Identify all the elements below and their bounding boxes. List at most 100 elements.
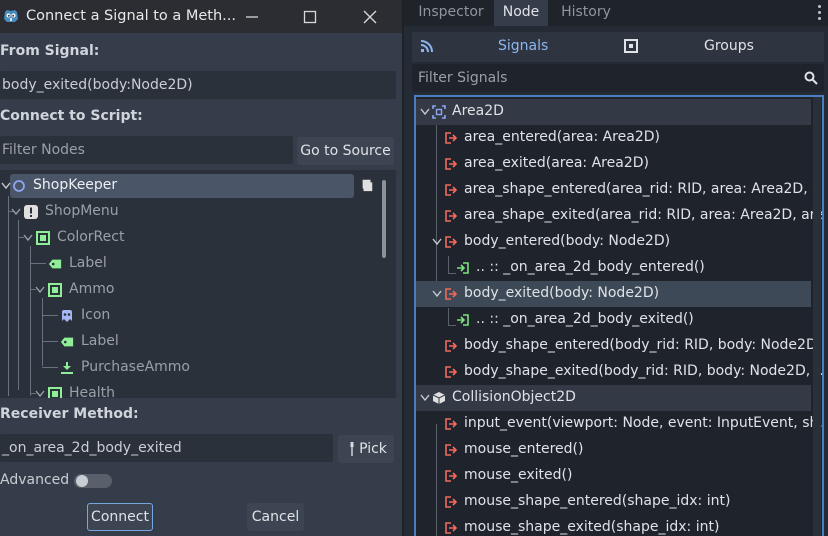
signal-item[interactable]: area_exited(area: Area2D)	[416, 151, 811, 177]
signal-item[interactable]: mouse_entered()	[416, 437, 811, 463]
connection-icon	[457, 262, 469, 274]
tree-item-icon[interactable]: Icon	[0, 303, 380, 329]
texture-button-icon	[61, 362, 73, 374]
tree-item-shopmenu[interactable]: ShopMenu	[0, 199, 380, 225]
signal-icon	[445, 210, 458, 222]
connection-item[interactable]: .. :: _on_area_2d_body_entered()	[416, 255, 811, 281]
tree-item-label: ColorRect	[57, 229, 125, 245]
signal-label: body_shape_exited(body_rid: RID, body: N…	[464, 363, 824, 379]
signal-label: mouse_entered()	[464, 441, 584, 457]
filter-signals-input[interactable]: Filter Signals	[412, 64, 824, 92]
signal-item[interactable]: mouse_shape_exited(shape_idx: int)	[416, 515, 811, 536]
tree-item-purchaseammo[interactable]: PurchaseAmmo	[0, 355, 380, 381]
more-options-icon[interactable]	[818, 5, 822, 21]
signal-item[interactable]: body_shape_entered(body_rid: RID, body: …	[416, 333, 822, 359]
connection-icon	[457, 314, 469, 326]
from-signal-label: From Signal:	[0, 43, 100, 59]
signal-item[interactable]: input_event(viewport: Node, event: Input…	[416, 411, 822, 437]
maximize-icon	[303, 10, 317, 24]
signal-label: input_event(viewport: Node, event: Input…	[464, 415, 824, 431]
maximize-button[interactable]	[290, 4, 330, 29]
groups-mode-button[interactable]: Groups	[704, 38, 754, 54]
category-collisionobject2d[interactable]: CollisionObject2D	[416, 385, 811, 411]
tree-item-label: PurchaseAmmo	[81, 359, 190, 375]
chevron-down-icon	[420, 394, 430, 402]
signal-item-body-entered[interactable]: body_entered(body: Node2D)	[416, 229, 811, 255]
node-circle-icon	[13, 180, 25, 192]
signal-icon	[445, 522, 458, 534]
signal-label: area_shape_entered(area_rid: RID, area: …	[464, 181, 824, 197]
signals-scrollbar[interactable]	[813, 97, 821, 536]
tab-inspector[interactable]: Inspector	[408, 0, 494, 26]
category-area2d[interactable]: Area2D	[416, 99, 811, 125]
signals-groups-bar: Signals Groups	[412, 32, 824, 62]
godot-logo-icon	[4, 10, 18, 22]
signal-item[interactable]: mouse_exited()	[416, 463, 811, 489]
signal-icon	[445, 132, 458, 144]
signal-item[interactable]: area_shape_entered(area_rid: RID, area: …	[416, 177, 822, 203]
tree-item-shopkeeper[interactable]: ShopKeeper	[0, 173, 380, 199]
tree-item-ammo[interactable]: Ammo	[0, 277, 380, 303]
signal-item-body-exited[interactable]: body_exited(body: Node2D)	[416, 281, 811, 307]
node-dock: Inspector Node History Signals Groups Fi…	[404, 0, 828, 536]
connect-signal-dialog: Connect a Signal to a Meth... From Signa…	[0, 0, 402, 536]
minimize-icon	[246, 16, 258, 18]
tree-item-label: Health	[69, 385, 115, 398]
signal-label: area_exited(area: Area2D)	[464, 155, 649, 171]
color-rect-icon	[48, 387, 62, 398]
connect-button[interactable]: Connect	[87, 503, 153, 531]
signal-item[interactable]: area_entered(area: Area2D)	[416, 125, 811, 151]
chevron-down-icon	[432, 238, 442, 246]
receiver-method-input[interactable]: _on_area_2d_body_exited	[0, 434, 333, 462]
signals-tree[interactable]: Area2D area_entered(area: Area2D) area_e…	[414, 95, 824, 536]
tab-history[interactable]: History	[548, 0, 624, 26]
filter-nodes-input[interactable]: Filter Nodes	[0, 136, 293, 164]
minimize-button[interactable]	[232, 4, 272, 29]
signal-icon	[445, 470, 458, 482]
signal-label: body_entered(body: Node2D)	[464, 233, 671, 249]
connection-item[interactable]: .. :: _on_area_2d_body_exited()	[416, 307, 811, 333]
label-icon	[48, 259, 62, 269]
signal-item[interactable]: body_shape_exited(body_rid: RID, body: N…	[416, 359, 822, 385]
tree-item-label: Label	[69, 255, 107, 271]
sprite-icon	[62, 310, 72, 322]
close-icon	[363, 10, 377, 24]
go-to-source-button[interactable]: Go to Source	[297, 137, 394, 165]
tree-item-label: Label	[81, 333, 119, 349]
signal-item[interactable]: area_shape_exited(area_rid: RID, area: A…	[416, 203, 822, 229]
connection-label: .. :: _on_area_2d_body_exited()	[476, 311, 694, 327]
dialog-titlebar[interactable]: Connect a Signal to a Meth...	[0, 0, 402, 33]
filter-signals-placeholder: Filter Signals	[418, 70, 508, 86]
signal-item[interactable]: mouse_shape_entered(shape_idx: int)	[416, 489, 811, 515]
label-icon	[60, 337, 74, 347]
tree-item-health[interactable]: Health	[0, 381, 380, 398]
area2d-icon	[432, 105, 446, 119]
tree-item-label-1[interactable]: Label	[0, 251, 380, 277]
signal-icon	[445, 366, 458, 378]
tree-item-label-2[interactable]: Label	[0, 329, 380, 355]
signal-icon	[445, 184, 458, 196]
chevron-down-icon	[35, 390, 45, 398]
pick-button[interactable]: Pick	[338, 435, 394, 463]
scene-tree[interactable]: ShopKeeper ShopMenu ColorRect Label Ammo	[0, 170, 396, 398]
tree-item-label: Icon	[81, 307, 111, 323]
signal-label: mouse_shape_entered(shape_idx: int)	[464, 493, 731, 509]
color-rect-icon	[36, 231, 50, 245]
tab-node[interactable]: Node	[494, 0, 548, 26]
signals-mode-button[interactable]: Signals	[498, 38, 548, 54]
close-button[interactable]	[350, 4, 390, 29]
chevron-down-icon	[35, 286, 45, 294]
chevron-down-icon	[1, 182, 11, 190]
script-icon	[362, 179, 373, 192]
signal-icon	[445, 288, 458, 300]
collision-object-icon	[432, 392, 446, 404]
tree-item-label: ShopKeeper	[33, 177, 118, 193]
signal-icon	[445, 340, 458, 352]
cancel-button[interactable]: Cancel	[247, 503, 304, 531]
tree-scrollbar[interactable]	[382, 180, 386, 258]
connection-label: .. :: _on_area_2d_body_entered()	[476, 259, 705, 275]
signal-icon	[445, 418, 458, 430]
tree-item-colorrect[interactable]: ColorRect	[0, 225, 380, 251]
chevron-down-icon	[11, 208, 21, 216]
advanced-toggle[interactable]	[74, 474, 112, 488]
